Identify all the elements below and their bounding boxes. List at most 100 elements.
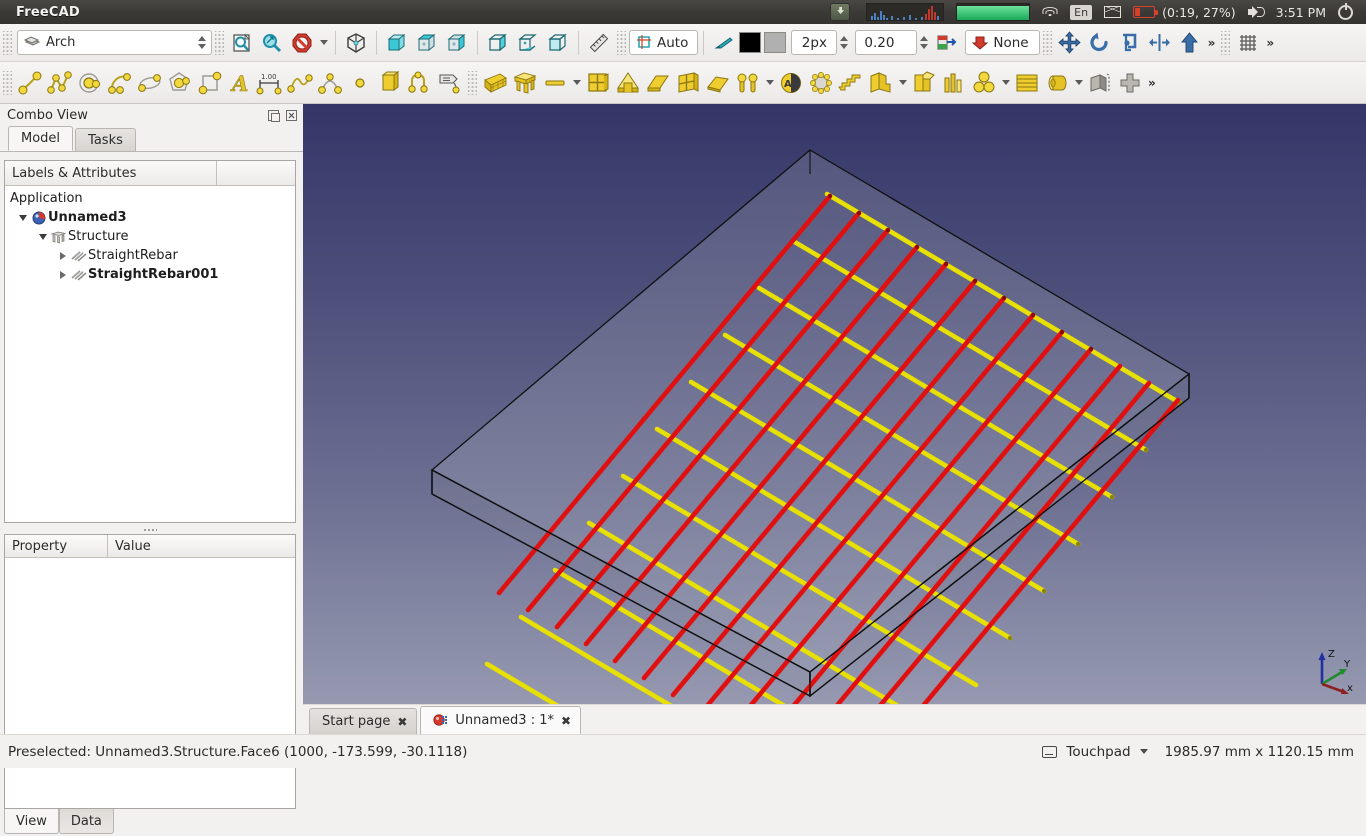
toolbar-grip-mod[interactable] [1042, 30, 1052, 55]
navigation-style-label[interactable]: Touchpad [1066, 744, 1130, 760]
tree-item-straightrebar[interactable]: StraightRebar [5, 246, 295, 265]
arch-rebar-caret[interactable] [570, 69, 583, 97]
arch-site-caret[interactable] [896, 69, 909, 97]
toolbar-overflow-2[interactable]: » [1145, 76, 1159, 90]
draft-polygon-button[interactable] [165, 68, 195, 98]
rear-view-button[interactable] [483, 28, 513, 58]
arch-add-button[interactable] [1115, 68, 1145, 98]
snap-toggle[interactable]: Auto [629, 30, 699, 55]
draft-ellipse-button[interactable] [135, 68, 165, 98]
chevron-right-icon[interactable] [56, 271, 69, 279]
face-color-swatch[interactable] [764, 32, 787, 53]
indicator-cpu-monitor[interactable] [860, 0, 950, 24]
toolbar-grip[interactable] [3, 30, 12, 55]
autogroup-button[interactable]: None [965, 30, 1040, 55]
chevron-down-icon[interactable] [16, 215, 29, 221]
tree-item-structure[interactable]: Structure [5, 227, 295, 246]
arch-component-button[interactable] [969, 68, 999, 98]
draw-style-caret[interactable] [317, 29, 330, 57]
arch-wall-button[interactable] [480, 68, 510, 98]
indicator-wifi[interactable] [1036, 0, 1064, 24]
draft-bspline-button[interactable] [285, 68, 315, 98]
fit-all-button[interactable] [227, 28, 257, 58]
tree-item-unnamed3[interactable]: Unnamed3 [5, 208, 295, 227]
tab-unnamed3[interactable]: Unnamed3 : 1* ✖ [420, 706, 582, 734]
draft-bezier-button[interactable] [315, 68, 345, 98]
front-view-button[interactable] [382, 28, 412, 58]
arch-cutplane-button[interactable] [1085, 68, 1115, 98]
mirror-button[interactable] [1145, 28, 1175, 58]
rotate-button[interactable] [1085, 28, 1115, 58]
tree-item-straightrebar001[interactable]: StraightRebar001 [5, 265, 295, 284]
arch-space-button[interactable] [806, 68, 836, 98]
toolbar-overflow-1b[interactable]: » [1263, 36, 1277, 50]
arch-pipe-button[interactable] [733, 68, 763, 98]
toolbar-grip-draft[interactable] [3, 70, 12, 95]
arch-axis-button[interactable]: A [776, 68, 806, 98]
axis-cross-indicator[interactable]: Z Y x [1304, 640, 1360, 700]
draft-text-button[interactable]: A [225, 68, 255, 98]
indicator-keyboard[interactable]: En [1064, 0, 1098, 24]
arch-pipe-caret[interactable] [763, 69, 776, 97]
arch-component-caret[interactable] [999, 69, 1012, 97]
offset-button[interactable] [1115, 28, 1145, 58]
toolbar-grip-grid[interactable] [1221, 30, 1231, 55]
indicator-mail[interactable] [1098, 0, 1127, 24]
axonometric-view-button[interactable] [341, 28, 371, 58]
panel-splitter[interactable] [4, 525, 296, 534]
line-color-button[interactable] [709, 28, 739, 58]
draft-dimension-button[interactable]: 1.00 [255, 68, 285, 98]
chevron-down-icon[interactable] [36, 234, 49, 240]
line-width-input[interactable]: 2px [791, 30, 838, 55]
arch-window-button[interactable] [673, 68, 703, 98]
close-icon[interactable] [286, 110, 297, 121]
upgrade-button[interactable] [1175, 28, 1205, 58]
workbench-spinner[interactable] [195, 32, 209, 53]
3d-viewport[interactable]: Z Y x [303, 104, 1366, 704]
arch-floor-button[interactable] [939, 68, 969, 98]
arch-rebar-button[interactable] [540, 68, 570, 98]
arch-curtainwall-button[interactable] [583, 68, 613, 98]
tree-item-application[interactable]: Application [5, 189, 295, 208]
arch-roof-button[interactable] [613, 68, 643, 98]
line-width-spinner[interactable] [837, 32, 851, 53]
chevron-down-icon[interactable] [1139, 749, 1148, 754]
bottom-view-button[interactable] [513, 28, 543, 58]
arch-slab-button[interactable] [643, 68, 673, 98]
apply-style-button[interactable] [931, 28, 961, 58]
arch-structure-button[interactable] [510, 68, 540, 98]
grid-button[interactable] [1233, 28, 1263, 58]
chevron-right-icon[interactable] [56, 252, 69, 260]
toolbar-overflow-1[interactable]: » [1205, 36, 1219, 50]
draft-facebinder-button[interactable] [375, 68, 405, 98]
top-view-button[interactable] [412, 28, 442, 58]
model-tree[interactable]: Labels & Attributes Application Unnamed3 [4, 160, 296, 523]
tab-start-page[interactable]: Start page ✖ [309, 708, 418, 734]
workbench-selector[interactable]: Arch [17, 30, 212, 55]
transparency-input[interactable]: 0.20 [855, 30, 918, 55]
indicator-download[interactable] [824, 0, 860, 24]
draft-point-button[interactable] [345, 68, 375, 98]
draft-rectangle-button[interactable] [195, 68, 225, 98]
left-view-button[interactable] [543, 28, 573, 58]
right-view-button[interactable] [442, 28, 472, 58]
close-icon[interactable]: ✖ [397, 716, 407, 728]
transparency-spinner[interactable] [917, 32, 931, 53]
draft-circle-button[interactable] [75, 68, 105, 98]
arch-material-caret[interactable] [1072, 69, 1085, 97]
arch-stairs-button[interactable] [836, 68, 866, 98]
arch-panel-button[interactable] [703, 68, 733, 98]
line-color-swatch[interactable] [739, 32, 762, 53]
toolbar-grip-snap[interactable] [617, 30, 626, 55]
arch-site-button[interactable] [866, 68, 896, 98]
fit-selection-button[interactable] [257, 28, 287, 58]
measure-button[interactable] [584, 28, 614, 58]
draft-label-button[interactable] [435, 68, 465, 98]
arch-material-button[interactable] [1042, 68, 1072, 98]
indicator-session[interactable] [1332, 0, 1359, 24]
move-button[interactable] [1055, 28, 1085, 58]
draft-line-button[interactable] [15, 68, 45, 98]
toolbar-grip-arch[interactable] [468, 70, 477, 95]
indicator-clock[interactable]: 3:51 PM [1270, 0, 1332, 24]
draft-polyline-button[interactable] [45, 68, 75, 98]
